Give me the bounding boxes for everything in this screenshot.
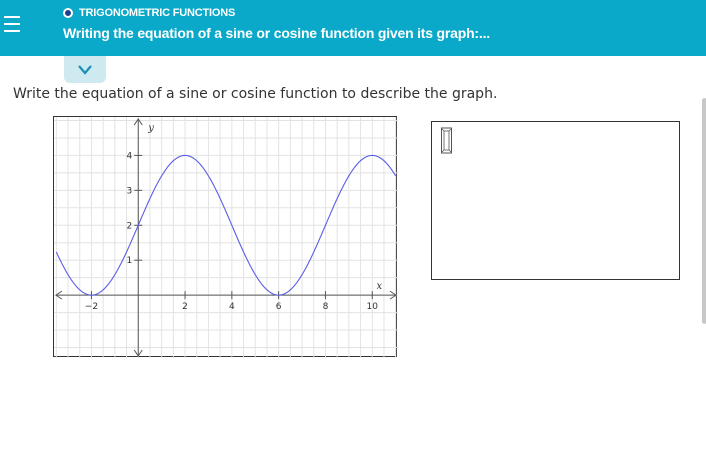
section-title: TRIGONOMETRIC FUNCTIONS: [79, 7, 236, 19]
y-tick-label: 1: [127, 256, 133, 266]
chevron-down-icon: [78, 65, 92, 75]
x-tick-label: 10: [367, 302, 379, 312]
section-status-dot: [63, 8, 73, 18]
answer-box[interactable]: [431, 121, 680, 280]
question-prompt: Write the equation of a sine or cosine f…: [13, 86, 498, 102]
x-tick-label: 2: [182, 302, 188, 312]
topic-title: Writing the equation of a sine or cosine…: [63, 25, 490, 41]
x-tick-label: 4: [229, 302, 235, 312]
y-axis-label: y: [147, 123, 154, 134]
x-tick-label: 6: [276, 302, 282, 312]
x-tick-label: 8: [323, 302, 329, 312]
graph: −2 2 4 6 8 10 1 2 3 4 x y: [53, 116, 398, 358]
graph-svg: −2 2 4 6 8 101234xy: [54, 117, 398, 358]
x-tick-label: −2: [85, 302, 98, 312]
math-input[interactable]: [440, 127, 453, 154]
menu-icon[interactable]: [4, 16, 20, 34]
x-axis-label: x: [376, 281, 382, 292]
y-tick-label: 2: [127, 221, 133, 231]
y-tick-label: 4: [127, 151, 133, 161]
expand-button[interactable]: [64, 56, 106, 83]
top-bar: TRIGONOMETRIC FUNCTIONS Writing the equa…: [0, 0, 706, 56]
scrollbar[interactable]: [702, 98, 706, 324]
y-tick-label: 3: [127, 186, 133, 196]
section-header: TRIGONOMETRIC FUNCTIONS: [63, 7, 235, 19]
